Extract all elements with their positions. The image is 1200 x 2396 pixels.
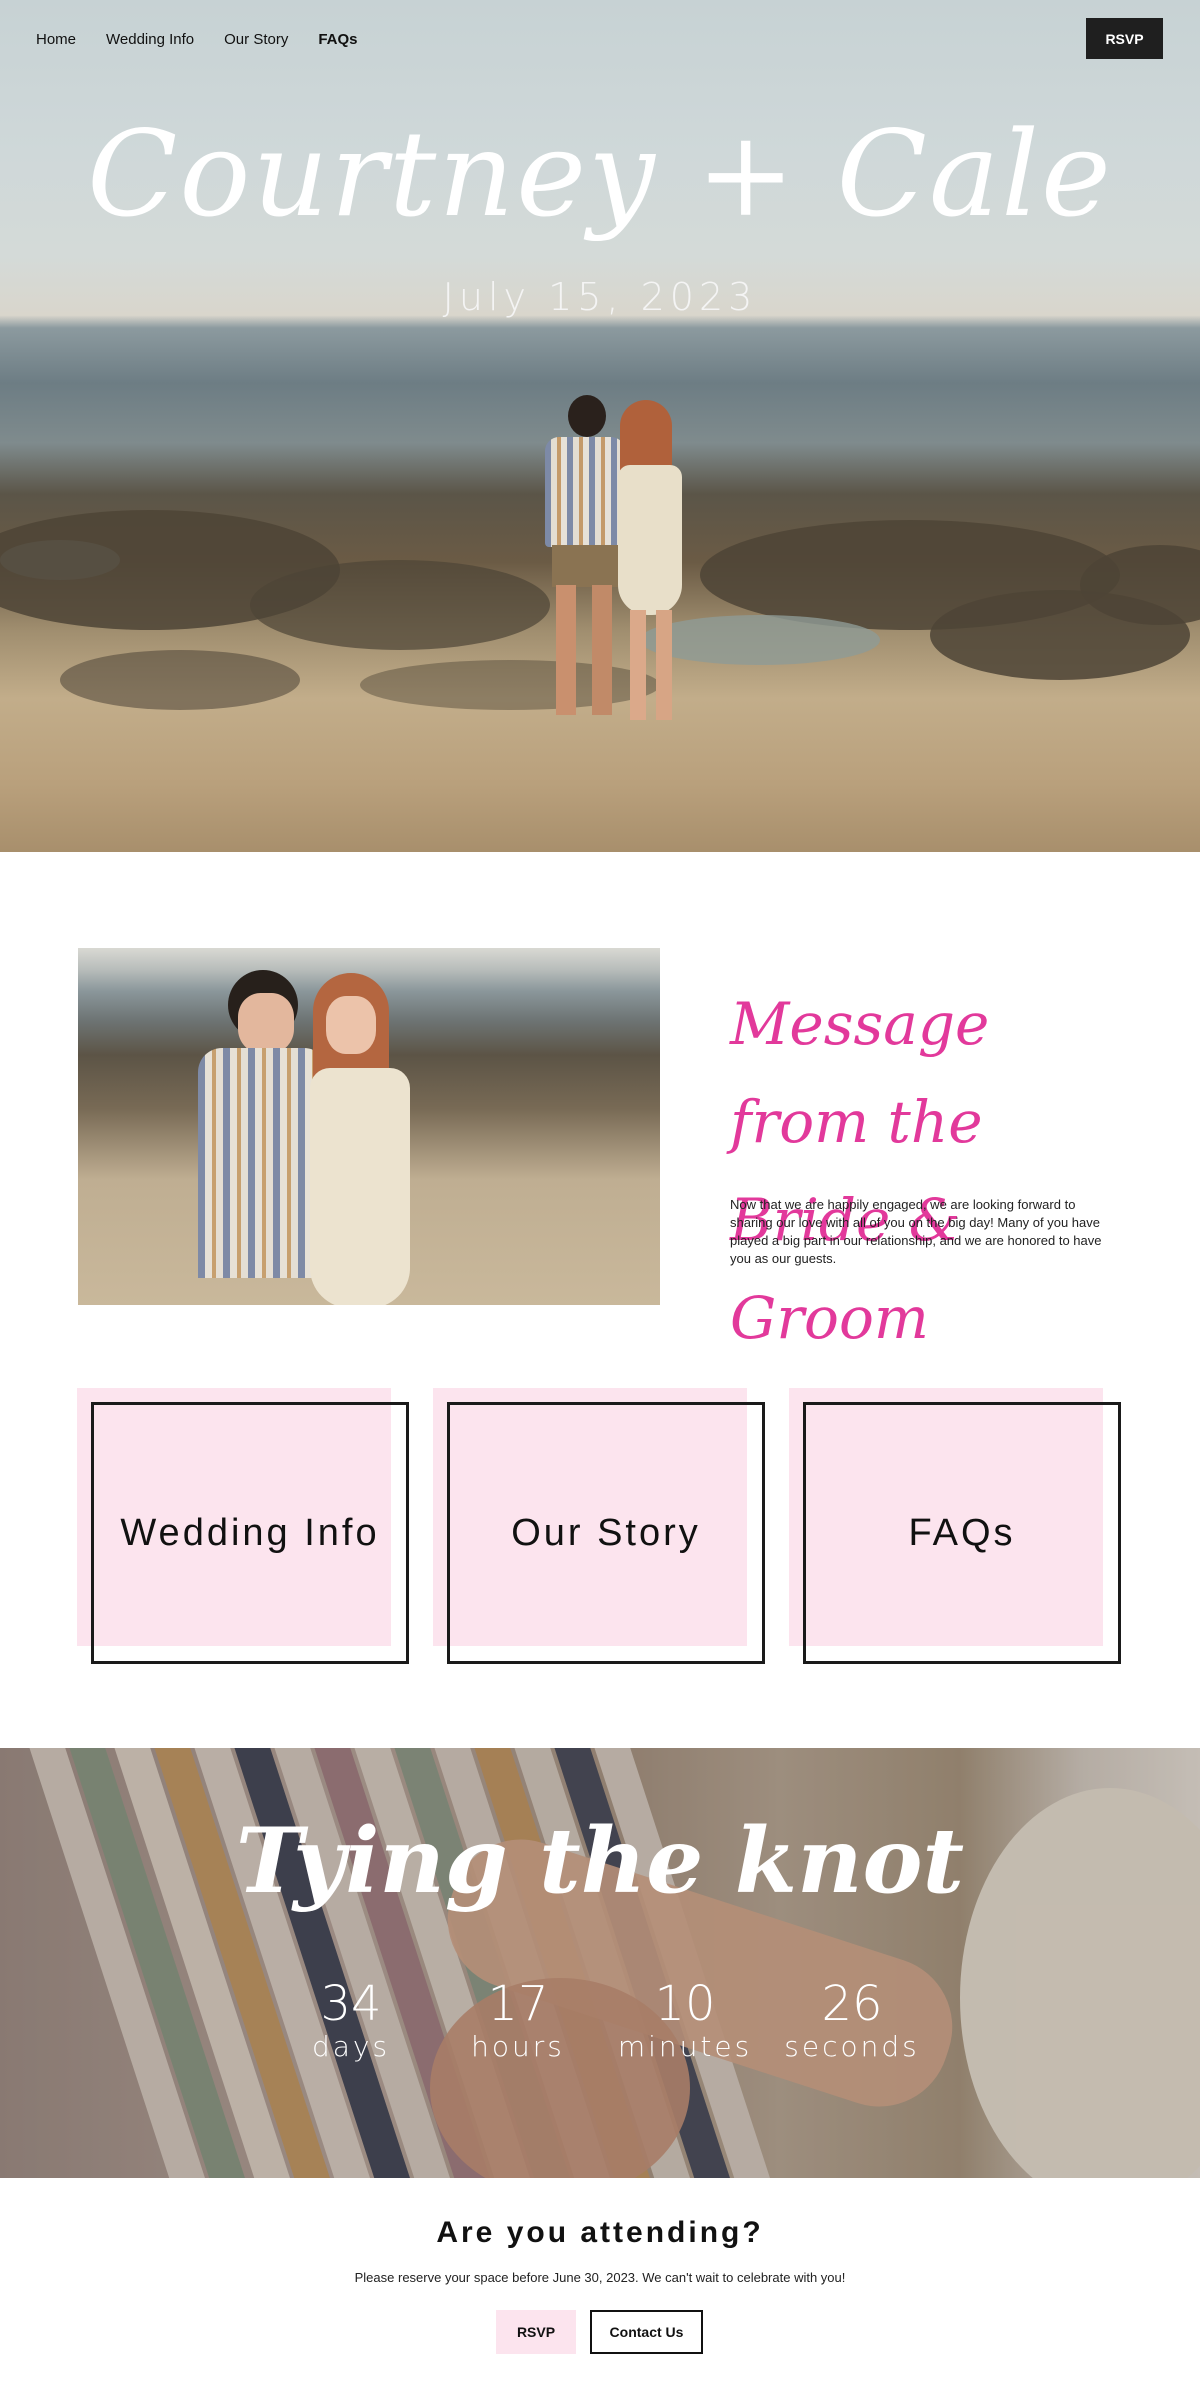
attending-title: Are you attending? [436, 2216, 764, 2249]
countdown-days-label: days [311, 2030, 391, 2063]
hero-section: Home Wedding Info Our Story FAQs RSVP Co… [0, 0, 1200, 852]
nav-wedding-info[interactable]: Wedding Info [106, 31, 194, 48]
countdown-days: 34 days [281, 1978, 421, 2063]
message-title-line1: Message from the [730, 990, 990, 1156]
countdown-days-value: 34 [320, 1976, 382, 2032]
card-faqs[interactable]: FAQs [789, 1388, 1121, 1664]
rsvp-button[interactable]: RSVP [496, 2310, 576, 2354]
hero-title: Courtney + Cale [87, 105, 1113, 243]
top-nav: Home Wedding Info Our Story FAQs [0, 0, 1200, 78]
countdown-hours-value: 17 [487, 1976, 549, 2032]
attending-text: Please reserve your space before June 30… [354, 2270, 846, 2285]
countdown-seconds-label: seconds [784, 2030, 920, 2063]
countdown-seconds-value: 26 [821, 1976, 883, 2032]
contact-us-button[interactable]: Contact Us [590, 2310, 703, 2354]
engagement-photo [78, 948, 660, 1305]
nav-faqs[interactable]: FAQs [318, 31, 357, 48]
countdown-seconds: 26 seconds [782, 1978, 922, 2063]
countdown-minutes: 10 minutes [615, 1978, 755, 2063]
countdown-title: Tying the knot [235, 1808, 965, 1914]
countdown-minutes-label: minutes [617, 2030, 753, 2063]
hero-date: July 15, 2023 [442, 275, 758, 319]
countdown-section: Tying the knot 34 days 17 hours 10 minut… [0, 1748, 1200, 2178]
hero-couple-figure [500, 395, 710, 755]
countdown-hours: 17 hours [448, 1978, 588, 2063]
rsvp-header-button[interactable]: RSVP [1086, 18, 1163, 59]
card-label: Our Story [511, 1511, 701, 1554]
card-label: Wedding Info [120, 1511, 380, 1554]
countdown-hours-label: hours [471, 2030, 565, 2063]
card-label: FAQs [908, 1511, 1016, 1554]
message-body: Now that we are happily engaged, we are … [730, 1197, 1102, 1266]
card-our-story[interactable]: Our Story [433, 1388, 765, 1664]
message-title: Message from the Bride & Groom [730, 975, 1130, 1367]
nav-our-story[interactable]: Our Story [224, 31, 288, 48]
countdown-minutes-value: 10 [654, 1976, 716, 2032]
nav-home[interactable]: Home [36, 31, 76, 48]
card-wedding-info[interactable]: Wedding Info [77, 1388, 409, 1664]
